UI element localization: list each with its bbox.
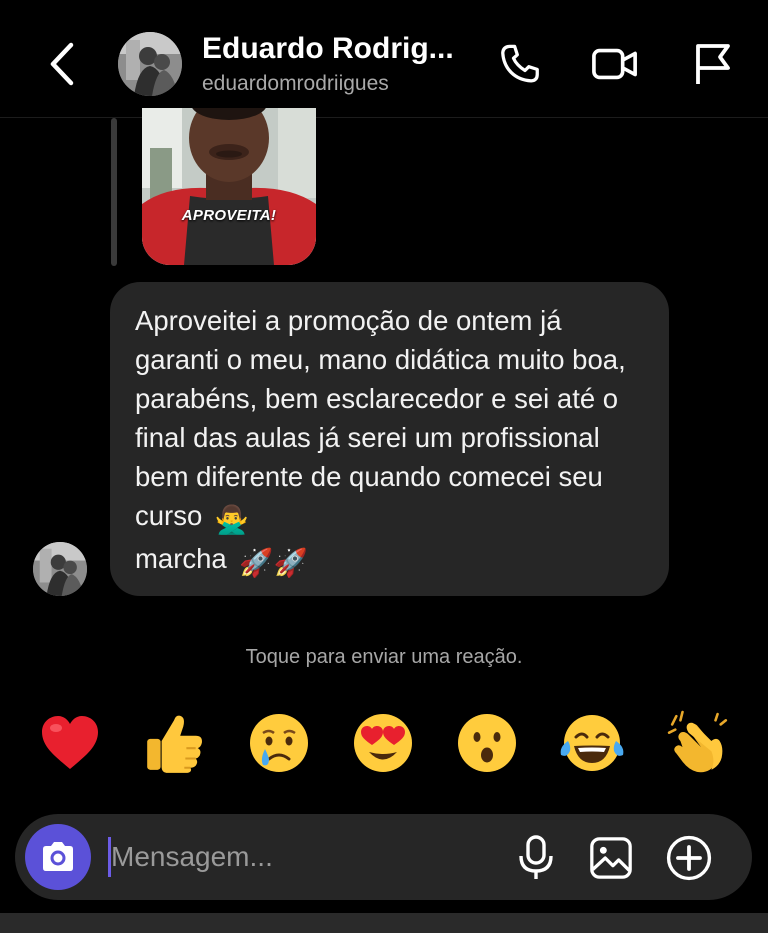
camera-button[interactable] (25, 824, 91, 890)
sender-avatar[interactable] (33, 542, 87, 596)
plus-circle-icon (666, 835, 712, 881)
message-body: Aproveitei a promoção de ontem já garant… (135, 305, 626, 531)
reaction-clapping[interactable] (662, 706, 736, 780)
reaction-thumbs-up[interactable] (137, 706, 211, 780)
tears-of-joy-emoji-icon (560, 715, 624, 771)
contact-avatar[interactable] (118, 32, 182, 96)
voice-message-button[interactable] (510, 832, 562, 884)
heart-emoji-icon (42, 716, 98, 769)
contact-username[interactable]: eduardomrodriigues (202, 72, 389, 96)
audio-call-button[interactable] (494, 38, 546, 90)
reaction-hint: Toque para enviar uma reação. (245, 646, 523, 668)
heart-eyes-emoji-icon (354, 714, 412, 772)
message-bubble[interactable]: Aproveitei a promoção de ontem já garant… (110, 282, 669, 596)
reply-indicator-bar (111, 118, 117, 266)
message-input[interactable] (111, 834, 501, 880)
reaction-surprised[interactable] (450, 706, 524, 780)
message-composer (15, 814, 752, 900)
reaction-heart[interactable] (33, 706, 107, 780)
story-caption: APROVEITA! (181, 207, 277, 224)
chevron-left-icon (50, 42, 74, 86)
story-photo (142, 108, 316, 265)
gallery-button[interactable] (585, 832, 637, 884)
story-reply-thumbnail[interactable]: APROVEITA! (142, 108, 316, 265)
reaction-tears-of-joy[interactable] (555, 706, 629, 780)
thumbs-up-emoji-icon (147, 715, 202, 773)
clapping-hands-emoji-icon (667, 710, 728, 773)
report-button[interactable] (686, 38, 738, 90)
microphone-icon (519, 835, 553, 879)
back-button[interactable] (40, 38, 84, 90)
person-gesturing-no-emoji: 🙅‍♂️ (214, 504, 250, 535)
avatar-photo (33, 542, 87, 596)
reaction-crying[interactable] (242, 706, 316, 780)
rocket-emoji: 🚀🚀 (239, 547, 308, 578)
contact-name[interactable]: Eduardo Rodrig... (202, 32, 482, 66)
phone-icon (501, 44, 539, 83)
reaction-bar (0, 706, 768, 780)
flag-icon (696, 44, 730, 84)
camera-icon (43, 842, 73, 871)
bottom-bar (0, 913, 768, 933)
message-last-word: marcha (135, 543, 227, 574)
message-text: Aproveitei a promoção de ontem já garant… (135, 301, 645, 582)
gallery-icon (590, 837, 632, 879)
surprised-face-emoji-icon (458, 714, 516, 772)
crying-face-emoji-icon (250, 714, 308, 772)
reaction-heart-eyes[interactable] (346, 706, 420, 780)
video-call-button[interactable] (589, 38, 641, 90)
more-options-button[interactable] (663, 832, 715, 884)
chat-header: Eduardo Rodrig... eduardomrodriigues (0, 0, 768, 118)
avatar-photo (118, 32, 182, 96)
video-camera-icon (592, 48, 637, 80)
